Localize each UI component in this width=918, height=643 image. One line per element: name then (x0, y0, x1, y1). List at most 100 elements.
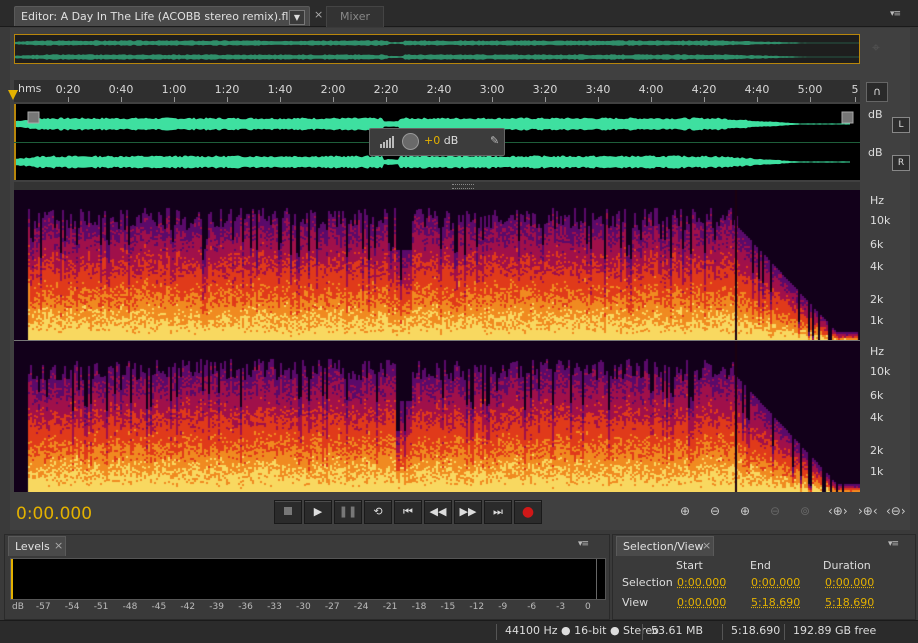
meter-scale-label: -54 (64, 602, 80, 612)
ruler-tick-label: 2:40 (426, 83, 452, 96)
ruler-tick (227, 97, 228, 102)
ruler-tick (386, 97, 387, 102)
status-duration: 5:18.690 (722, 624, 780, 640)
tab-editor[interactable]: Editor: A Day In The Life (ACOBB stereo … (14, 6, 310, 26)
tab-mixer[interactable]: Mixer (326, 6, 384, 27)
stop-button[interactable] (274, 500, 302, 524)
meter-scale-label: -18 (411, 602, 427, 612)
meter-scale-label: -48 (122, 602, 138, 612)
volume-knob-icon[interactable] (402, 133, 419, 150)
view-end[interactable]: 5:18.690 (751, 596, 800, 609)
db-label-right: dB (868, 146, 883, 159)
hz-label: Hz (870, 194, 885, 207)
fade-in-handle[interactable] (27, 111, 40, 124)
ruler-tick-label: 3:40 (585, 83, 611, 96)
ruler-tick (545, 97, 546, 102)
view-start[interactable]: 0:00.000 (677, 596, 726, 609)
meter-scale-label: -6 (527, 602, 537, 612)
meter-scale-label: -21 (382, 602, 398, 612)
playhead-marker-icon[interactable] (8, 90, 18, 100)
levels-close-icon[interactable]: × (54, 539, 63, 552)
zoom-out-time-icon[interactable]: ⊖ (770, 504, 780, 518)
panel-menu-icon[interactable]: ▾≡ (890, 9, 901, 19)
selection-menu-icon[interactable]: ▾≡ (888, 539, 899, 549)
tab-selection-view[interactable]: Selection/View (616, 536, 714, 556)
amplitude-hud[interactable]: +0 dB ✎ (369, 128, 505, 156)
ruler-tick-label: 5 (851, 83, 859, 96)
spectral-display-left[interactable] (14, 190, 860, 340)
zoom-navigator-icon[interactable]: ⌖ (872, 40, 880, 56)
frequency-label: 2k (870, 444, 884, 457)
fade-out-handle[interactable] (841, 111, 854, 124)
channel-right-toggle[interactable]: R (892, 155, 910, 171)
ruler-tick-label: 4:20 (691, 83, 717, 96)
record-button[interactable]: ● (514, 500, 542, 524)
ruler-tick (280, 97, 281, 102)
frequency-label: 6k (870, 389, 884, 402)
ruler-tick (121, 97, 122, 102)
pause-button[interactable]: ❚❚ (334, 500, 362, 524)
pin-icon[interactable]: ✎ (490, 134, 499, 147)
selection-start[interactable]: 0:00.000 (677, 576, 726, 589)
view-splitter[interactable] (14, 182, 860, 190)
status-bar: 44100 Hz ● 16-bit ● Stereo 53.61 MB 5:18… (0, 620, 918, 643)
selection-duration[interactable]: 0:00.000 (825, 576, 874, 589)
tab-editor-label: Editor: A Day In The Life (ACOBB stereo … (21, 10, 302, 23)
db-label-left: dB (868, 108, 883, 121)
go-to-end-button[interactable]: ⏭ (484, 500, 512, 524)
ruler-units: hms (18, 82, 42, 95)
overview-waveform (15, 40, 859, 60)
frequency-label: 10k (870, 365, 891, 378)
zoom-out-amplitude-icon[interactable]: ⊖ (710, 504, 720, 518)
go-to-start-button[interactable]: ⏮ (394, 500, 422, 524)
header-end: End (750, 559, 771, 572)
headphones-icon[interactable]: ∩ (866, 82, 888, 102)
ruler-tick-label: 1:40 (267, 83, 293, 96)
zoom-out-full-icon[interactable]: ‹⊖› (886, 504, 906, 518)
header-start: Start (676, 559, 703, 572)
ruler-tick-label: 1:00 (161, 83, 187, 96)
volume-value[interactable]: +0 dB (424, 134, 458, 147)
row-selection-label: Selection (622, 576, 673, 589)
meter-scale-label: -45 (151, 602, 167, 612)
ruler-tick-label: 3:00 (479, 83, 505, 96)
frequency-label: 1k (870, 465, 884, 478)
zoom-in-selection-icon[interactable]: ‹⊕› (828, 504, 848, 518)
ruler-tick (68, 97, 69, 102)
file-dropdown-icon[interactable]: ▼ (289, 10, 305, 25)
loop-button[interactable]: ⟲ (364, 500, 392, 524)
rewind-button[interactable]: ◀◀ (424, 500, 452, 524)
zoom-full-icon[interactable]: ⊚ (800, 504, 810, 518)
selection-end[interactable]: 0:00.000 (751, 576, 800, 589)
meter-scale-label: -36 (238, 602, 253, 612)
view-duration[interactable]: 5:18.690 (825, 596, 874, 609)
selection-close-icon[interactable]: × (702, 539, 711, 552)
channel-left-toggle[interactable]: L (892, 117, 910, 133)
meter-scale-label: -42 (180, 602, 196, 612)
zoom-in-point-icon[interactable]: ›⊕‹ (858, 504, 878, 518)
meter-scale-label: 0 (585, 602, 591, 612)
frequency-label: 6k (870, 238, 884, 251)
ruler-tick (704, 97, 705, 102)
meter-scale-label: -27 (324, 602, 340, 612)
meter-scale-label: -12 (469, 602, 485, 612)
ruler-tick (757, 97, 758, 102)
ruler-tick (439, 97, 440, 102)
ruler-tick (333, 97, 334, 102)
zoom-in-time-icon[interactable]: ⊕ (740, 504, 750, 518)
fast-forward-button[interactable]: ▶▶ (454, 500, 482, 524)
frequency-label: 10k (870, 214, 891, 227)
close-icon[interactable]: × (314, 8, 323, 21)
ruler-tick (492, 97, 493, 102)
zoom-in-amplitude-icon[interactable]: ⊕ (680, 504, 690, 518)
play-button[interactable]: ▶ (304, 500, 332, 524)
levels-menu-icon[interactable]: ▾≡ (578, 539, 589, 549)
ruler-tick-label: 1:20 (214, 83, 240, 96)
current-time[interactable]: 0:00.000 (16, 504, 92, 524)
frequency-label: 2k (870, 293, 884, 306)
meter-scale-label: dB (12, 602, 24, 612)
row-view-label: View (622, 596, 649, 609)
waveform-overview[interactable] (14, 34, 860, 64)
time-ruler[interactable]: 0:20 0:40 1:00 1:20 1:40 2:00 2:20 2:40 3:00 3:20… (14, 80, 860, 102)
spectral-display-right[interactable] (14, 341, 860, 492)
